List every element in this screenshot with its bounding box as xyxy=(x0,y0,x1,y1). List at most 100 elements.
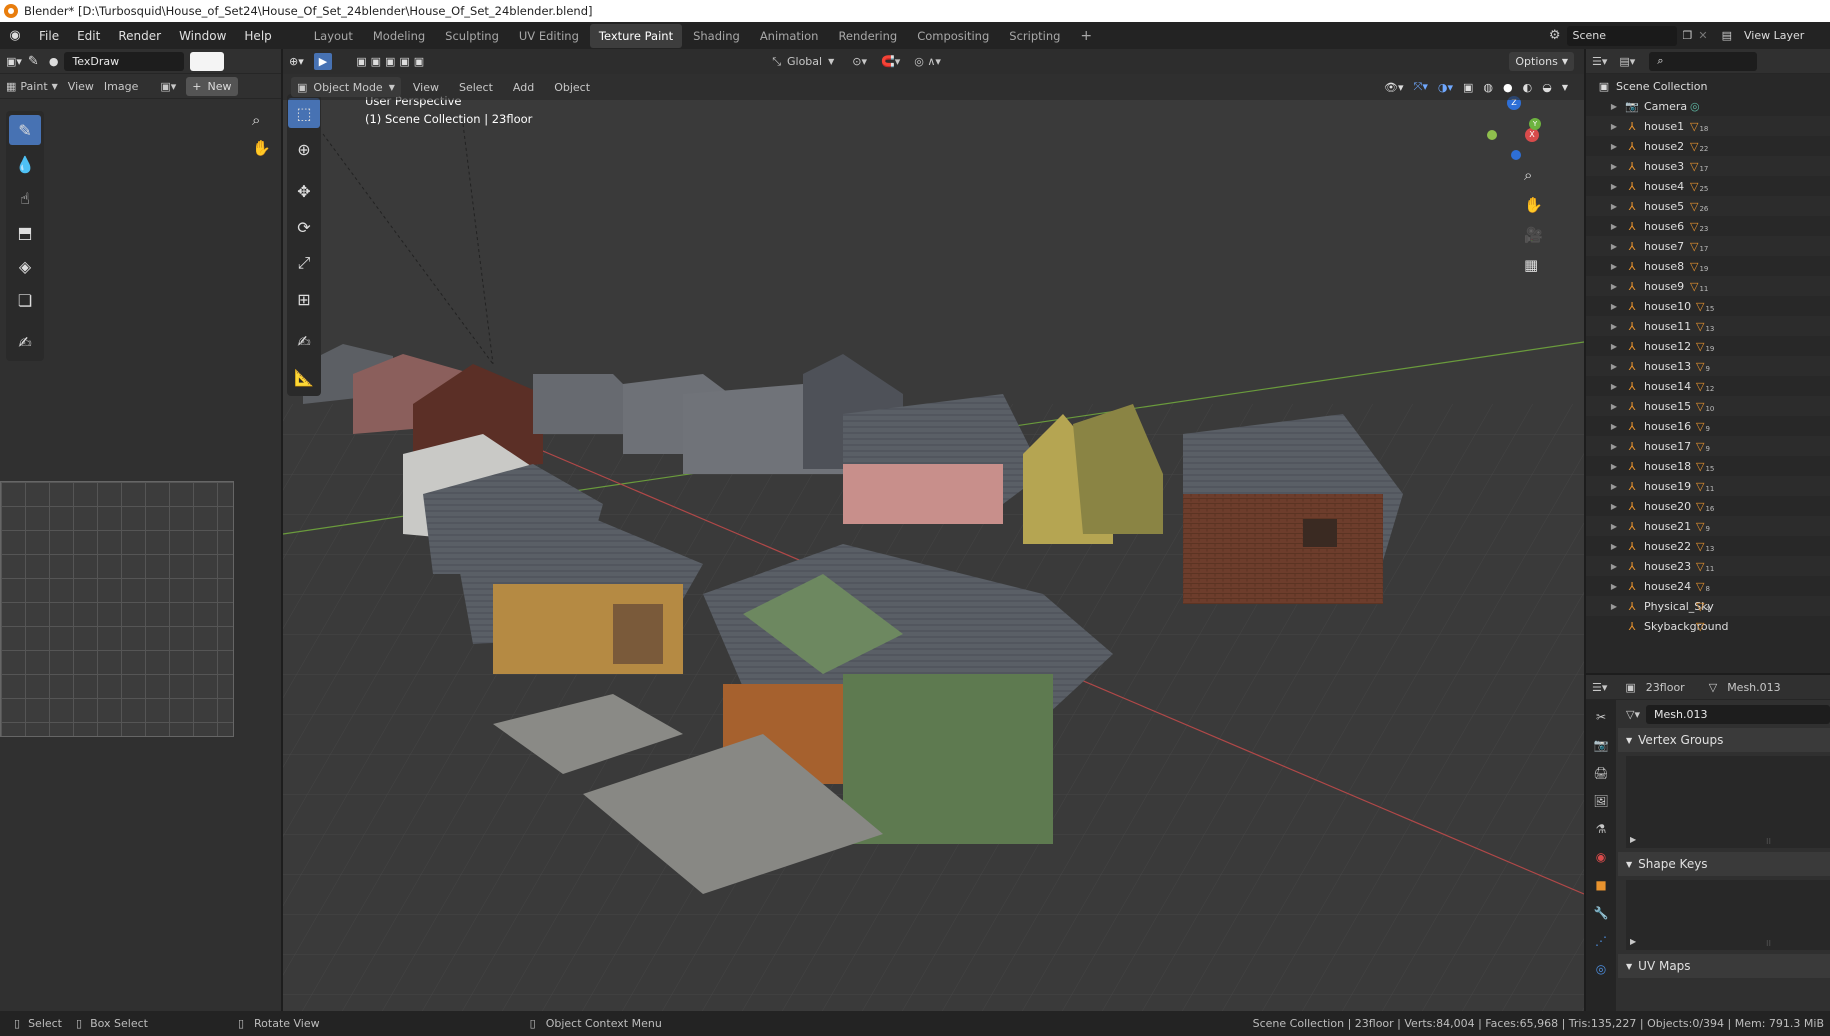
tab-sculpting[interactable]: Sculpting xyxy=(436,24,508,48)
expand-arrow-icon[interactable]: ▶ xyxy=(1608,562,1620,571)
vertex-groups-panel[interactable]: ▼ Vertex Groups xyxy=(1618,728,1830,752)
image-browse-icon[interactable]: ▣▾ xyxy=(160,80,176,93)
menu-object[interactable]: Object xyxy=(546,81,598,94)
mesh-children-badge[interactable]: ▽ 23 xyxy=(1690,219,1708,234)
outliner-item[interactable]: ▶ ⅄ house9 ▽ 11 xyxy=(1586,276,1830,296)
mesh-children-badge[interactable]: ▽ 13 xyxy=(1696,539,1714,554)
move-icon[interactable]: ✥ xyxy=(288,176,320,206)
mesh-children-badge[interactable]: ▽ 17 xyxy=(1690,159,1708,174)
brush-preview-icon[interactable]: ● xyxy=(49,55,59,68)
new-scene-icon[interactable]: ❐ xyxy=(1683,29,1693,42)
menu-edit[interactable]: Edit xyxy=(68,29,109,43)
outliner-search-input[interactable]: ⌕ xyxy=(1649,51,1758,71)
expand-arrow-icon[interactable]: ▶ xyxy=(1608,502,1620,511)
vertex-groups-list[interactable]: ▶ ⁝⁝ xyxy=(1626,756,1830,848)
shape-keys-panel[interactable]: ▼ Shape Keys xyxy=(1618,852,1830,876)
expand-arrow-icon[interactable]: ▶ xyxy=(1608,102,1620,111)
menu-image-view[interactable]: View xyxy=(68,80,94,93)
fill-icon[interactable]: ◈ xyxy=(9,251,41,281)
expand-arrow-icon[interactable]: ▶ xyxy=(1608,322,1620,331)
add-workspace-icon[interactable]: + xyxy=(1071,23,1101,49)
expand-arrow-icon[interactable]: ▶ xyxy=(1608,202,1620,211)
outliner-item[interactable]: ▶ ⅄ house12 ▽ 19 xyxy=(1586,336,1830,356)
outliner-item[interactable]: ▶ ⅄ house21 ▽ 9 xyxy=(1586,516,1830,536)
outliner-item[interactable]: ▶ ⅄ house10 ▽ 15 xyxy=(1586,296,1830,316)
navigation-gizmo[interactable]: Z X Y xyxy=(1479,94,1549,164)
uv-grid-canvas[interactable] xyxy=(0,481,234,737)
overlay-toggle-icon[interactable]: ◑▾ xyxy=(1438,81,1453,94)
menu-image[interactable]: Image xyxy=(104,80,138,93)
tab-scripting[interactable]: Scripting xyxy=(1000,24,1069,48)
tab-shading[interactable]: Shading xyxy=(684,24,749,48)
expand-arrow-icon[interactable]: ▶ xyxy=(1608,542,1620,551)
mesh-children-badge[interactable]: ▽ 4 xyxy=(1696,599,1712,614)
proportional-edit-icon[interactable]: ◎ ∧▾ xyxy=(914,55,941,68)
expand-arrow-icon[interactable]: ▶ xyxy=(1608,222,1620,231)
annotate-icon[interactable]: ✍ xyxy=(288,326,320,356)
clone-icon[interactable]: ⬒ xyxy=(9,217,41,247)
zoom-icon[interactable]: ⌕ xyxy=(252,111,271,129)
mesh-children-badge[interactable]: ▽ 9 xyxy=(1696,439,1712,454)
outliner-type-icon[interactable]: ☰▾ xyxy=(1592,55,1607,68)
mesh-children-badge[interactable]: ▽ 17 xyxy=(1690,239,1708,254)
smear-icon[interactable]: ☝ xyxy=(9,183,41,213)
outliner-item[interactable]: ▶ ⅄ house6 ▽ 23 xyxy=(1586,216,1830,236)
scene-selector[interactable]: Scene xyxy=(1566,25,1677,46)
brush-icon[interactable]: ✎ xyxy=(28,54,39,69)
menu-help[interactable]: Help xyxy=(235,29,280,43)
expand-arrow-icon[interactable]: ▶ xyxy=(1608,162,1620,171)
expand-arrow-icon[interactable]: ▶ xyxy=(1608,182,1620,191)
visibility-icon[interactable]: 👁▾ xyxy=(1384,81,1404,94)
expand-arrow-icon[interactable]: ▶ xyxy=(1608,522,1620,531)
shading-solid-icon[interactable]: ● xyxy=(1503,81,1513,94)
shape-keys-list[interactable]: ▶ ⁝⁝ xyxy=(1626,880,1830,950)
draw-brush-icon[interactable]: ✎ xyxy=(9,115,41,145)
scale-icon[interactable]: ⤢ xyxy=(288,248,320,278)
outliner-item[interactable]: ▶ ⅄ house20 ▽ 16 xyxy=(1586,496,1830,516)
render-tab-icon[interactable]: 📷 xyxy=(1590,734,1612,756)
gizmo-neg-y[interactable] xyxy=(1487,130,1497,140)
mesh-children-badge[interactable]: ▽ 8 xyxy=(1696,579,1712,594)
menu-render[interactable]: Render xyxy=(109,29,170,43)
mesh-data-selector[interactable]: ▽▾ Mesh.013 xyxy=(1618,702,1830,726)
select-box-icon[interactable]: ⬚ xyxy=(288,98,320,128)
blender-menu-icon[interactable]: ◉ xyxy=(0,28,30,43)
view-layer-selector[interactable]: View Layer xyxy=(1738,26,1822,46)
outliner-item[interactable]: ▶ ⅄ house14 ▽ 12 xyxy=(1586,376,1830,396)
new-image-button[interactable]: + New xyxy=(186,76,238,96)
pan-hand-icon[interactable]: ✋ xyxy=(252,139,271,157)
brush-name-field[interactable]: TexDraw xyxy=(64,51,185,71)
tab-rendering[interactable]: Rendering xyxy=(829,24,906,48)
outliner-item[interactable]: ▶ ⅄ house1 ▽ 18 xyxy=(1586,116,1830,136)
viewport-editor-type-icon[interactable]: ⊕▾ xyxy=(289,55,304,68)
outliner-item[interactable]: ▶ ⅄ house13 ▽ 9 xyxy=(1586,356,1830,376)
mask-icon[interactable]: ❏ xyxy=(9,285,41,315)
tab-uv-editing[interactable]: UV Editing xyxy=(510,24,588,48)
mesh-children-badge[interactable]: ▽ 13 xyxy=(1696,319,1714,334)
object-mode-dropdown[interactable]: ▣ Object Mode ▼ xyxy=(291,77,401,97)
menu-window[interactable]: Window xyxy=(170,29,235,43)
expand-arrow-icon[interactable]: ▶ xyxy=(1608,402,1620,411)
properties-type-icon[interactable]: ☰▾ xyxy=(1592,681,1607,694)
tab-animation[interactable]: Animation xyxy=(751,24,828,48)
outliner-item[interactable]: ▶ ⅄ house16 ▽ 9 xyxy=(1586,416,1830,436)
outliner-item[interactable]: ▶ ⅄ house7 ▽ 17 xyxy=(1586,236,1830,256)
menu-add[interactable]: Add xyxy=(505,81,542,94)
expand-arrow-icon[interactable]: ▶ xyxy=(1608,382,1620,391)
mesh-children-badge[interactable]: ▽ 9 xyxy=(1696,519,1712,534)
tab-texture-paint[interactable]: Texture Paint xyxy=(589,23,683,48)
outliner-item[interactable]: ▶ ⅄ house3 ▽ 17 xyxy=(1586,156,1830,176)
mesh-data-field[interactable]: Mesh.013 xyxy=(1645,704,1830,724)
outliner-item[interactable]: ▶ ⅄ house5 ▽ 26 xyxy=(1586,196,1830,216)
shading-options-icon[interactable]: ▼ xyxy=(1562,83,1568,92)
gizmo-x-axis[interactable]: X xyxy=(1525,128,1539,142)
menu-file[interactable]: File xyxy=(30,29,68,43)
expand-arrow-icon[interactable]: ▶ xyxy=(1608,422,1620,431)
soften-icon[interactable]: 💧 xyxy=(9,149,41,179)
scene-tab-icon[interactable]: ⚗ xyxy=(1590,818,1612,840)
expand-arrow-icon[interactable]: ▶ xyxy=(1608,442,1620,451)
measure-icon[interactable]: 📐 xyxy=(288,362,320,392)
physics-tab-icon[interactable]: ◎ xyxy=(1590,958,1612,980)
outliner-item[interactable]: ▶ ⅄ house2 ▽ 22 xyxy=(1586,136,1830,156)
expand-arrow-icon[interactable]: ▶ xyxy=(1608,602,1620,611)
